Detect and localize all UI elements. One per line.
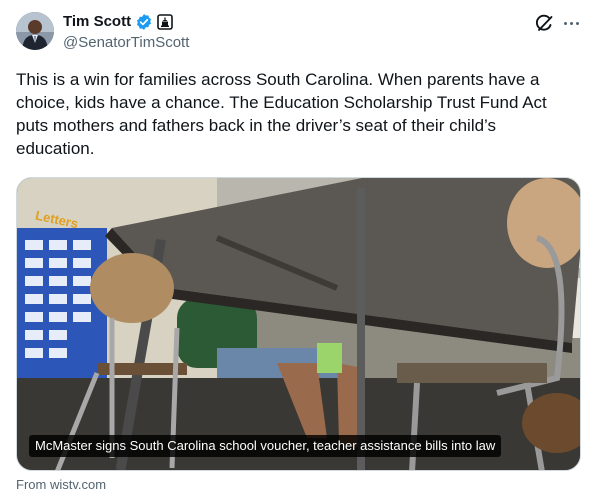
more-options-icon[interactable] xyxy=(560,12,582,34)
more-dot xyxy=(563,21,567,25)
government-building-icon[interactable] xyxy=(157,14,173,30)
avatar-image xyxy=(16,12,54,50)
tweet-text: This is a win for families across South … xyxy=(16,70,547,158)
handle[interactable]: @SenatorTimScott xyxy=(63,33,189,53)
grok-icon[interactable] xyxy=(533,13,555,35)
media-caption: McMaster signs South Carolina school vou… xyxy=(29,435,502,457)
display-name[interactable]: Tim Scott xyxy=(63,12,131,32)
card-source-link[interactable]: From wistv.com xyxy=(16,477,106,493)
name-row: Tim Scott xyxy=(63,12,173,32)
media-card[interactable]: Letters McMaster signs South Carolina sc… xyxy=(16,177,581,471)
avatar[interactable] xyxy=(16,12,54,50)
tweet-header: Tim Scott @SenatorTimScott xyxy=(0,0,594,62)
classroom-photo: Letters xyxy=(17,178,580,470)
more-dot xyxy=(575,21,579,25)
more-dot xyxy=(569,21,573,25)
verified-badge-icon[interactable] xyxy=(135,13,153,31)
